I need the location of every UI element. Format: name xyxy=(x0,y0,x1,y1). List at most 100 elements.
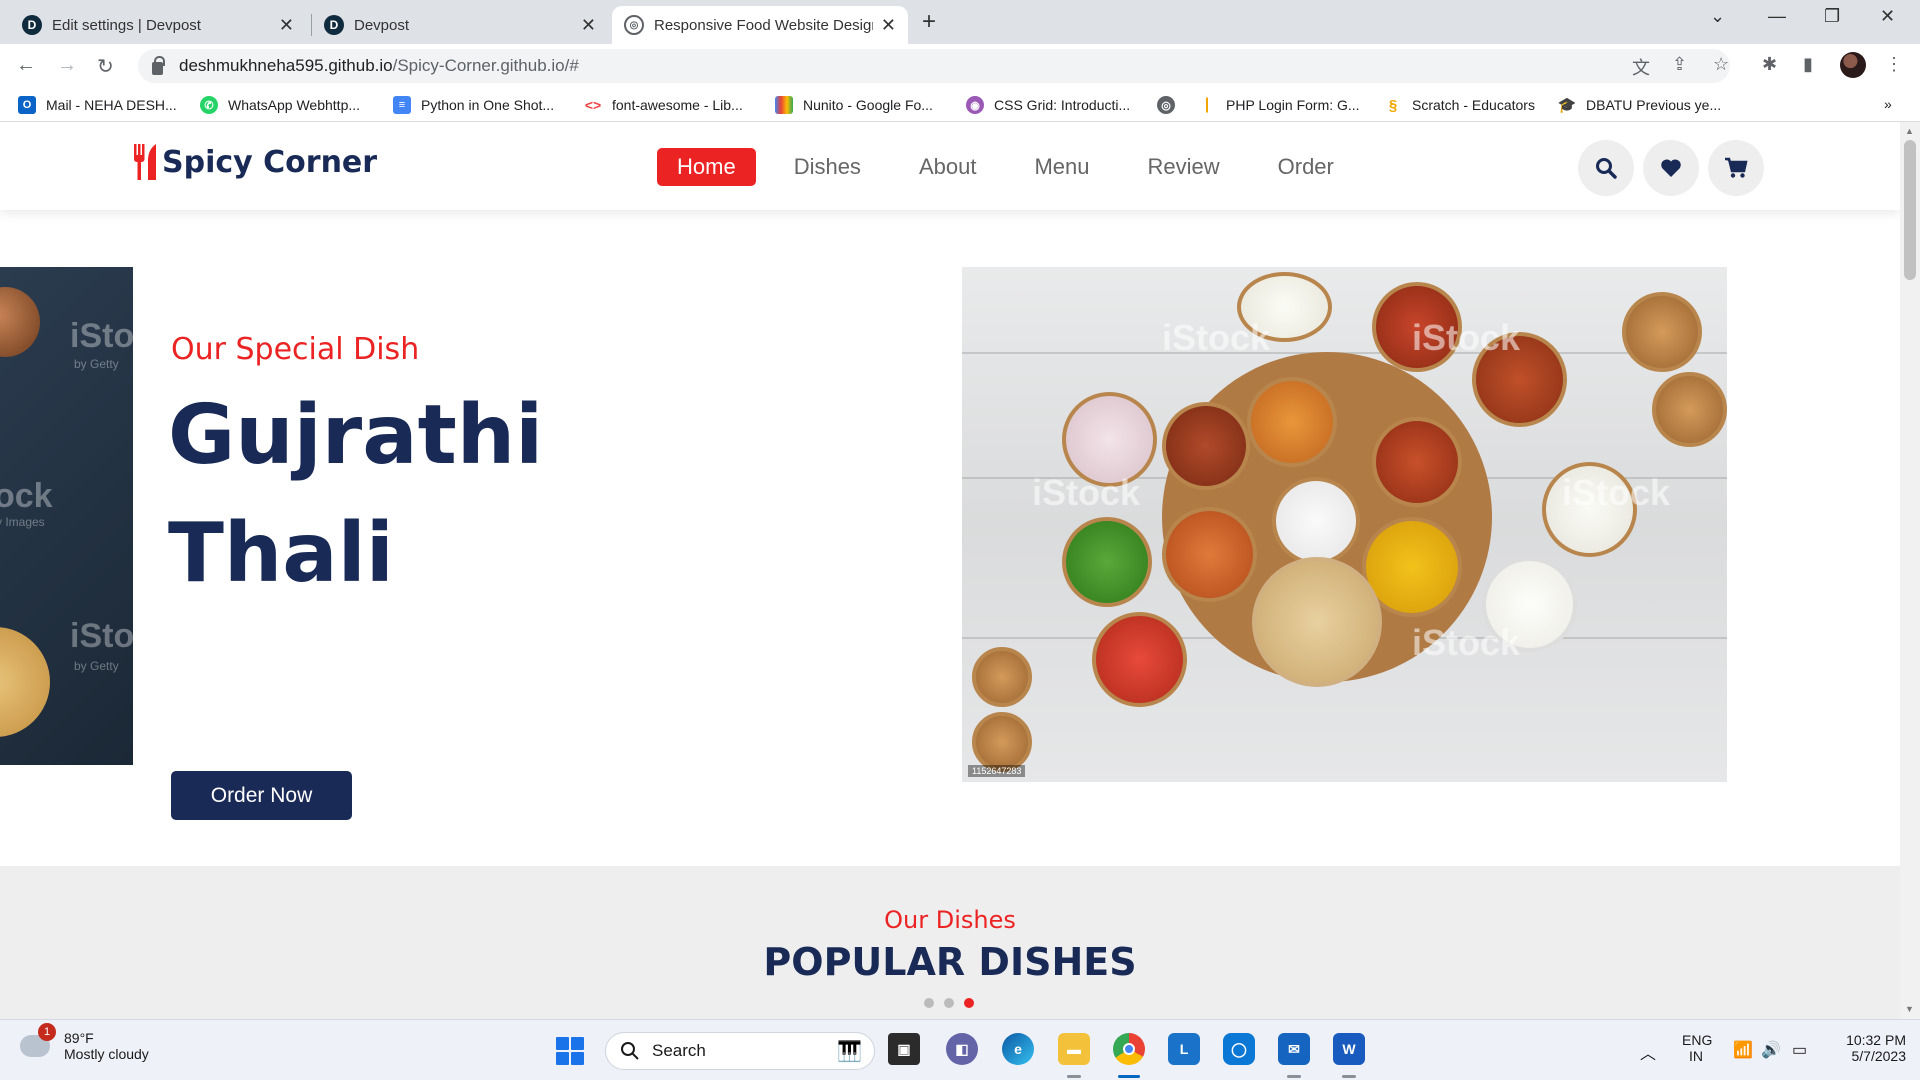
l-app-icon[interactable]: L xyxy=(1168,1033,1200,1065)
edge-icon[interactable]: e xyxy=(1002,1033,1034,1065)
bookmark-php-login[interactable]: | PHP Login Form: G... xyxy=(1198,96,1360,114)
heart-icon xyxy=(1661,159,1681,177)
bookmark-label: Mail - NEHA DESH... xyxy=(46,97,177,113)
nav-menu[interactable]: Menu xyxy=(1014,148,1109,186)
taskbar-search[interactable]: Search 🎹 xyxy=(605,1032,875,1070)
minimize-button[interactable]: — xyxy=(1768,6,1786,27)
slider-dot[interactable] xyxy=(924,998,934,1008)
mail-icon[interactable]: ✉ xyxy=(1278,1033,1310,1065)
tab-devpost[interactable]: D Devpost ✕ xyxy=(312,6,608,44)
chrome-icon[interactable] xyxy=(1113,1033,1145,1065)
bookmark-python[interactable]: ≡ Python in One Shot... xyxy=(393,96,554,114)
globe-icon: ◎ xyxy=(1157,96,1175,114)
bookmark-css-grid[interactable]: ◉ CSS Grid: Introducti... xyxy=(966,96,1130,114)
more-bookmarks-button[interactable]: » xyxy=(1884,96,1892,112)
utensils-icon xyxy=(134,144,156,180)
scrollbar-thumb[interactable] xyxy=(1904,140,1916,280)
new-tab-button[interactable]: + xyxy=(922,8,936,36)
nav-dishes[interactable]: Dishes xyxy=(774,148,881,186)
translate-icon[interactable]: 文 xyxy=(1632,54,1650,80)
windows-logo-tile xyxy=(571,1052,584,1065)
restore-button[interactable]: ❐ xyxy=(1824,6,1840,27)
bookmark-label: WhatsApp Webhttp... xyxy=(228,97,361,113)
main-nav: Home Dishes About Menu Review Order xyxy=(657,148,1372,186)
image-id-label: 1152647283 xyxy=(968,765,1026,777)
nav-order[interactable]: Order xyxy=(1258,148,1354,186)
clock[interactable]: 10:32 PM 5/7/2023 xyxy=(1826,1032,1906,1064)
search-button[interactable] xyxy=(1578,140,1634,196)
language-indicator[interactable]: ENG IN xyxy=(1682,1032,1713,1064)
side-panel-icon[interactable]: ▮ xyxy=(1803,54,1813,75)
bookmark-globe[interactable]: ◎ xyxy=(1157,96,1185,114)
bookmark-star-icon[interactable]: ☆ xyxy=(1713,54,1729,75)
close-tab-icon[interactable]: ✕ xyxy=(881,15,896,36)
devpost-favicon-icon: D xyxy=(324,15,344,35)
extensions-puzzle-icon[interactable]: ✱ xyxy=(1762,54,1777,75)
tab-edit-settings[interactable]: D Edit settings | Devpost ✕ xyxy=(10,6,306,44)
bookmark-scratch[interactable]: § Scratch - Educators xyxy=(1384,96,1535,114)
nav-about[interactable]: About xyxy=(899,148,997,186)
forward-arrow-icon[interactable]: → xyxy=(57,54,77,77)
graduation-cap-icon: 🎓 xyxy=(1557,96,1577,114)
scroll-up-arrow-icon[interactable]: ▲ xyxy=(1905,126,1914,136)
dal-bowl xyxy=(1162,507,1257,602)
start-button[interactable] xyxy=(556,1037,584,1065)
battery-icon[interactable]: ▭ xyxy=(1792,1040,1807,1060)
bookmark-whatsapp[interactable]: ✆ WhatsApp Webhttp... xyxy=(200,96,360,114)
close-window-button[interactable]: ✕ xyxy=(1880,6,1895,27)
share-icon[interactable]: ⇪ xyxy=(1672,54,1687,75)
teams-chat-icon[interactable]: ◧ xyxy=(946,1033,978,1065)
bookmark-label: Nunito - Google Fo... xyxy=(803,97,933,113)
outlook-icon: O xyxy=(18,96,36,114)
bookmark-dbatu[interactable]: 🎓 DBATU Previous ye... xyxy=(1558,96,1721,114)
tab-title: Devpost xyxy=(354,16,410,34)
notification-badge: 1 xyxy=(38,1023,56,1041)
nav-home[interactable]: Home xyxy=(657,148,756,186)
scroll-down-arrow-icon[interactable]: ▼ xyxy=(1905,1004,1914,1014)
cart-button[interactable] xyxy=(1708,140,1764,196)
slider-dot[interactable] xyxy=(944,998,954,1008)
bookmark-nunito[interactable]: Nunito - Google Fo... xyxy=(775,96,933,114)
site-icon: ◉ xyxy=(966,96,984,114)
bookmark-font-awesome[interactable]: <> font-awesome - Lib... xyxy=(584,96,743,114)
task-view-icon[interactable]: ▣ xyxy=(888,1033,920,1065)
tab-food-website[interactable]: ◎ Responsive Food Website Design ✕ xyxy=(612,6,908,44)
language-code: ENG xyxy=(1682,1032,1713,1048)
watermark-subtext: by Getty xyxy=(74,357,119,371)
close-tab-icon[interactable]: ✕ xyxy=(581,15,596,36)
docs-icon: ≡ xyxy=(393,96,411,114)
slider-dot-active[interactable] xyxy=(964,998,974,1008)
logo-text: Spicy Corner xyxy=(162,144,378,180)
cloud-icon: 1 xyxy=(20,1023,56,1057)
nav-review[interactable]: Review xyxy=(1127,148,1239,186)
volume-icon[interactable]: 🔊 xyxy=(1761,1040,1781,1060)
bookmark-label: DBATU Previous ye... xyxy=(1586,97,1722,113)
show-hidden-icons-chevron-icon[interactable]: ︿ xyxy=(1640,1040,1656,1064)
app-running-indicator xyxy=(1342,1075,1356,1078)
order-now-button[interactable]: Order Now xyxy=(171,771,352,820)
page-scrollbar[interactable]: ▲ ▼ xyxy=(1900,122,1920,1019)
app-running-indicator xyxy=(1067,1075,1081,1078)
cortana-icon[interactable]: ◯ xyxy=(1223,1033,1255,1065)
tab-search-chevron-icon[interactable]: ⌄ xyxy=(1710,6,1725,27)
close-tab-icon[interactable]: ✕ xyxy=(279,15,294,36)
back-arrow-icon[interactable]: ← xyxy=(16,54,36,77)
clock-time: 10:32 PM xyxy=(1846,1032,1906,1048)
search-icon xyxy=(621,1042,639,1060)
page-viewport: Spicy Corner Home Dishes About Menu Revi… xyxy=(0,122,1900,1019)
bookmark-mail[interactable]: O Mail - NEHA DESH... xyxy=(18,96,177,114)
url-field[interactable]: deshmukhneha595.github.io/Spicy-Corner.g… xyxy=(138,49,1730,83)
wifi-icon[interactable]: 📶 xyxy=(1733,1040,1753,1060)
chrome-menu-icon[interactable]: ⋮ xyxy=(1885,54,1903,75)
weather-widget[interactable]: 1 89°F Mostly cloudy xyxy=(20,1023,149,1062)
search-highlight-icon: 🎹 xyxy=(837,1040,862,1063)
wishlist-button[interactable] xyxy=(1643,140,1699,196)
reload-icon[interactable]: ↻ xyxy=(97,54,114,79)
word-icon[interactable]: W xyxy=(1333,1033,1365,1065)
site-logo[interactable]: Spicy Corner xyxy=(132,144,377,180)
watermark-subtext: y Images xyxy=(0,515,45,529)
bookmark-label: Scratch - Educators xyxy=(1412,97,1535,113)
file-explorer-icon[interactable]: ▬ xyxy=(1058,1033,1090,1065)
lock-icon[interactable] xyxy=(152,55,165,75)
profile-avatar[interactable] xyxy=(1840,52,1866,78)
